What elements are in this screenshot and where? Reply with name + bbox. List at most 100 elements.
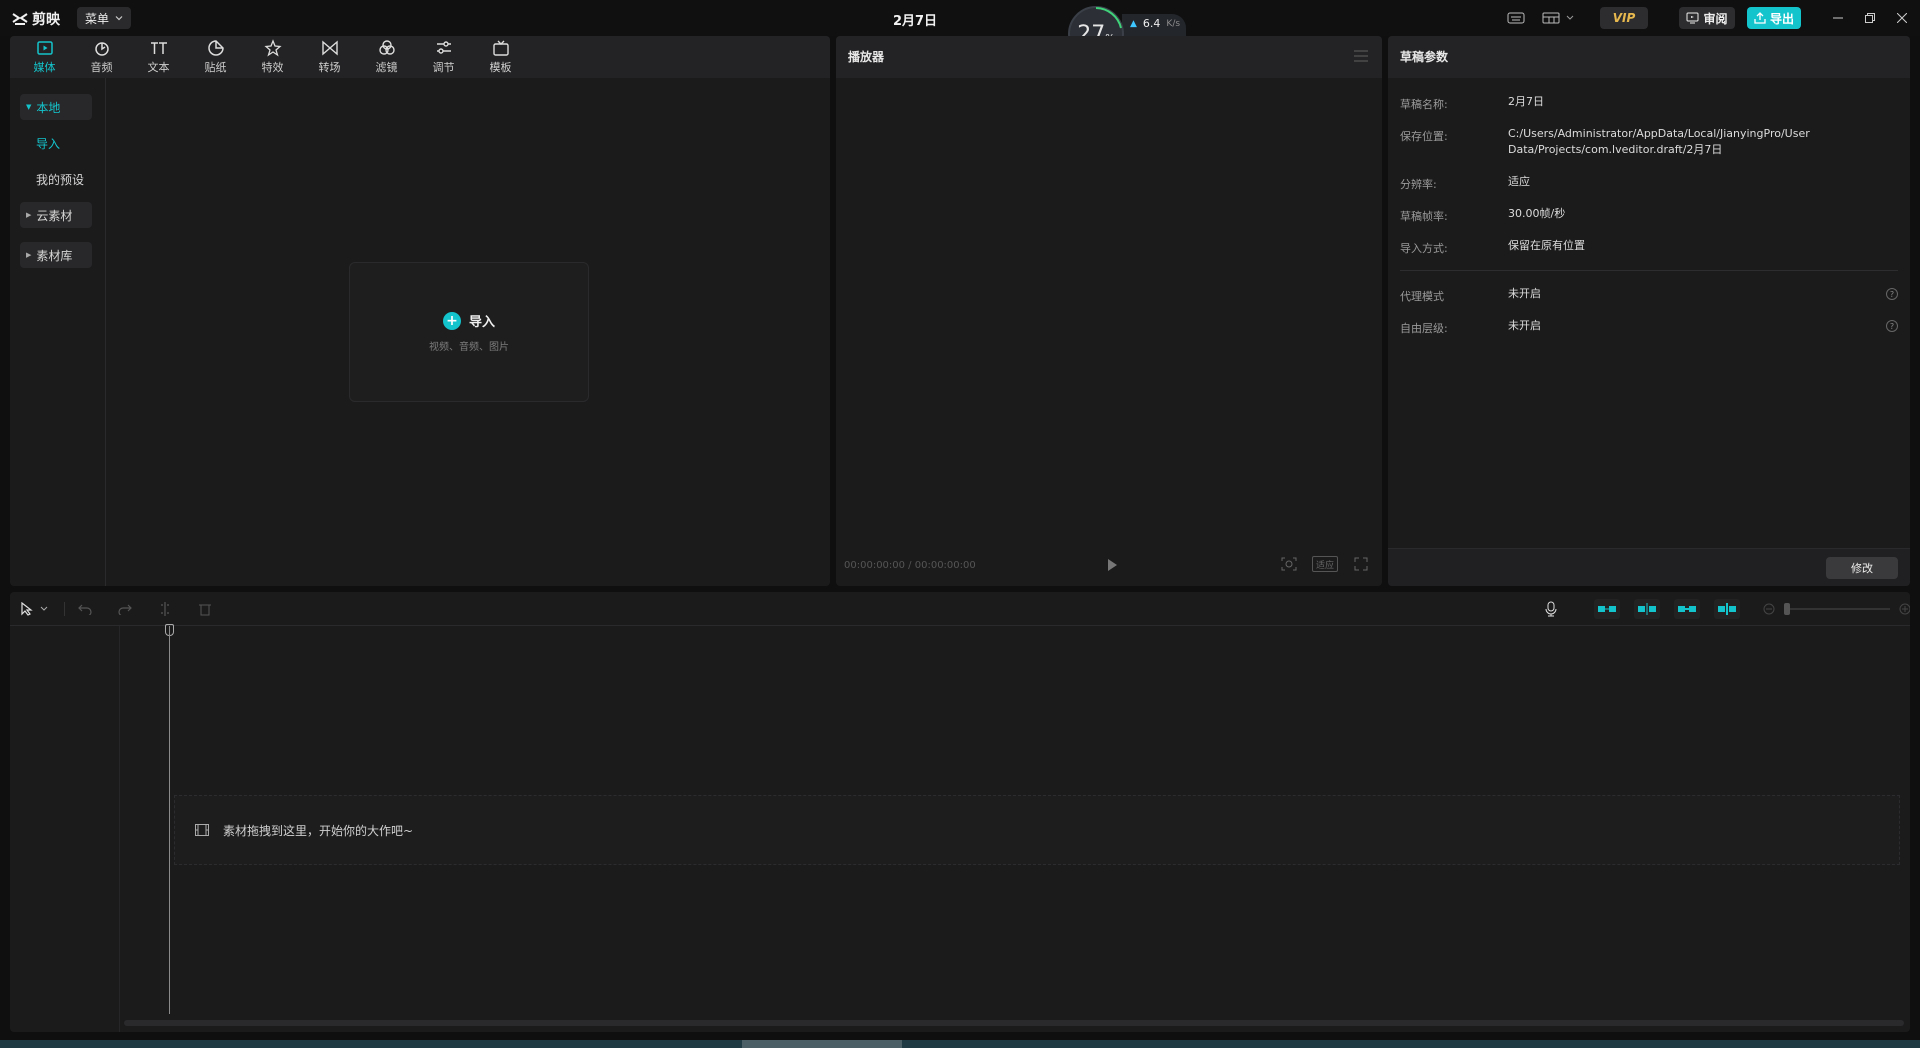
sidebar-item-label: 本地 [36,100,61,115]
tab-media[interactable]: 媒体 [16,36,73,78]
params-header [1388,36,1910,78]
upload-unit: K/s [1166,19,1181,29]
tab-filter[interactable]: 滤镜 [358,36,415,78]
sidebar-item-label: 云素材 [36,208,73,223]
main-track-magnet-icon[interactable] [1594,599,1620,619]
import-label: 导入 [468,315,495,330]
taskbar-strip [0,1040,1920,1048]
layout-icon[interactable] [1538,7,1578,29]
tab-audio[interactable]: 音频 [73,36,130,78]
tab-sticker[interactable]: 贴纸 [187,36,244,78]
media-panel: 媒体 音频 文本 贴纸 特效 转场 滤镜 调节 模板 ▼ 本地 导入 我的预设 … [10,36,830,586]
review-label: 审阅 [1703,11,1728,26]
timeline-dropzone[interactable]: 素材拖拽到这里，开始你的大作吧~ [174,795,1900,865]
tab-transition[interactable]: 转场 [301,36,358,78]
play-icon[interactable] [1104,557,1120,573]
prop-label-layer: 自由层级: [1400,322,1448,335]
title-bar: 剪映 菜单 2月7日 ▲6.4K/s ▼361K/s 27% VIP 审阅 导出 [0,0,1920,62]
preview-axis-icon[interactable] [1714,599,1740,619]
import-dropzone[interactable]: + 导入 视频、音频、图片 [349,262,589,402]
zoom-slider-handle[interactable] [1784,603,1790,615]
prop-value-resolution: 适应 [1508,175,1530,188]
ratio-selector[interactable]: 适应 [1312,556,1338,572]
tab-label: 调节 [432,61,455,74]
tab-label: 贴纸 [204,61,227,74]
zoom-out-icon[interactable] [1760,600,1778,618]
upload-value: 6.4 [1142,17,1161,30]
text-icon [150,42,167,54]
prop-label-resolution: 分辨率: [1400,178,1437,191]
player-controls: 00:00:00:00 / 00:00:00:00 适应 [836,546,1382,586]
prop-label-import-mode: 导入方式: [1400,242,1448,255]
screenshot-icon[interactable] [1280,556,1298,572]
delete-icon[interactable] [196,600,214,618]
redo-icon[interactable] [116,600,134,618]
template-icon [492,40,509,56]
player-panel: 播放器 00:00:00:00 / 00:00:00:00 适应 [836,36,1382,586]
chevron-down-icon[interactable] [38,600,50,618]
timecode: 00:00:00:00 / 00:00:00:00 [844,560,976,571]
microphone-icon[interactable] [1542,600,1560,618]
draft-params-panel: 草稿参数 草稿名称: 2月7日 保存位置: C:/Users/Administr… [1388,36,1910,586]
zoom-in-icon[interactable] [1896,600,1910,618]
sidebar-item-local[interactable]: ▼ 本地 [20,94,92,120]
help-icon[interactable]: ? [1886,288,1898,300]
media-tabs: 媒体 音频 文本 贴纸 特效 转场 滤镜 调节 模板 [10,36,830,78]
sidebar-item-presets[interactable]: 我的预设 [20,166,92,192]
prop-value-path: C:/Users/Administrator/AppData/Local/Jia… [1508,127,1810,156]
audio-icon [94,42,109,56]
playhead[interactable] [169,626,170,1014]
effects-icon [263,39,282,57]
sidebar-item-cloud[interactable]: ▶ 云素材 [20,202,92,228]
caret-right-icon: ▶ [26,251,32,259]
prop-label-framerate: 草稿帧率: [1400,210,1448,223]
minimize-icon[interactable] [1829,9,1847,27]
undo-icon[interactable] [76,600,94,618]
split-icon[interactable] [156,600,174,618]
filter-icon [378,40,395,55]
close-icon[interactable] [1893,9,1911,27]
restore-icon[interactable] [1861,9,1879,27]
dropzone-hint: 素材拖拽到这里，开始你的大作吧~ [223,823,414,838]
prop-value-proxy: 未开启 [1508,287,1541,300]
params-title: 草稿参数 [1400,50,1449,64]
review-icon [1686,12,1699,24]
divider [1400,270,1898,271]
prop-value-layer: 未开启 [1508,319,1541,332]
keyboard-icon[interactable] [1502,7,1530,29]
upload-arrow-icon: ▲ [1130,19,1137,29]
tab-effects[interactable]: 特效 [244,36,301,78]
fullscreen-icon[interactable] [1352,556,1370,572]
vip-button[interactable]: VIP [1600,7,1648,29]
tab-template[interactable]: 模板 [472,36,529,78]
sidebar-item-import[interactable]: 导入 [20,130,92,156]
zoom-slider[interactable] [1784,603,1890,615]
tab-adjust[interactable]: 调节 [415,36,472,78]
prop-label-name: 草稿名称: [1400,98,1448,111]
sidebar-item-label: 素材库 [36,248,73,263]
modify-button[interactable]: 修改 [1826,557,1898,579]
select-cursor-icon[interactable] [18,600,36,618]
prop-value-name: 2月7日 [1508,95,1544,108]
timeline-panel: 素材拖拽到这里，开始你的大作吧~ [10,592,1910,1032]
track-headers [10,626,120,1032]
plus-icon: + [442,311,461,330]
media-icon [36,41,53,55]
linkage-icon[interactable] [1674,599,1700,619]
tab-label: 音频 [90,61,113,74]
export-button[interactable]: 导出 [1747,7,1801,29]
transition-icon [321,40,338,56]
sidebar-item-label: 导入 [36,136,61,151]
player-header [836,36,1382,78]
help-icon[interactable]: ? [1886,320,1898,332]
review-button[interactable]: 审阅 [1679,7,1735,29]
media-sidebar: ▼ 本地 导入 我的预设 ▶ 云素材 ▶ 素材库 [10,78,106,586]
tab-text[interactable]: 文本 [130,36,187,78]
auto-snap-icon[interactable] [1634,599,1660,619]
tab-label: 模板 [489,61,512,74]
export-label: 导出 [1769,11,1794,26]
hamburger-menu-icon[interactable] [1354,50,1368,62]
sidebar-item-library[interactable]: ▶ 素材库 [20,242,92,268]
timeline-scrollbar[interactable] [124,1020,1904,1026]
film-icon [195,824,209,836]
